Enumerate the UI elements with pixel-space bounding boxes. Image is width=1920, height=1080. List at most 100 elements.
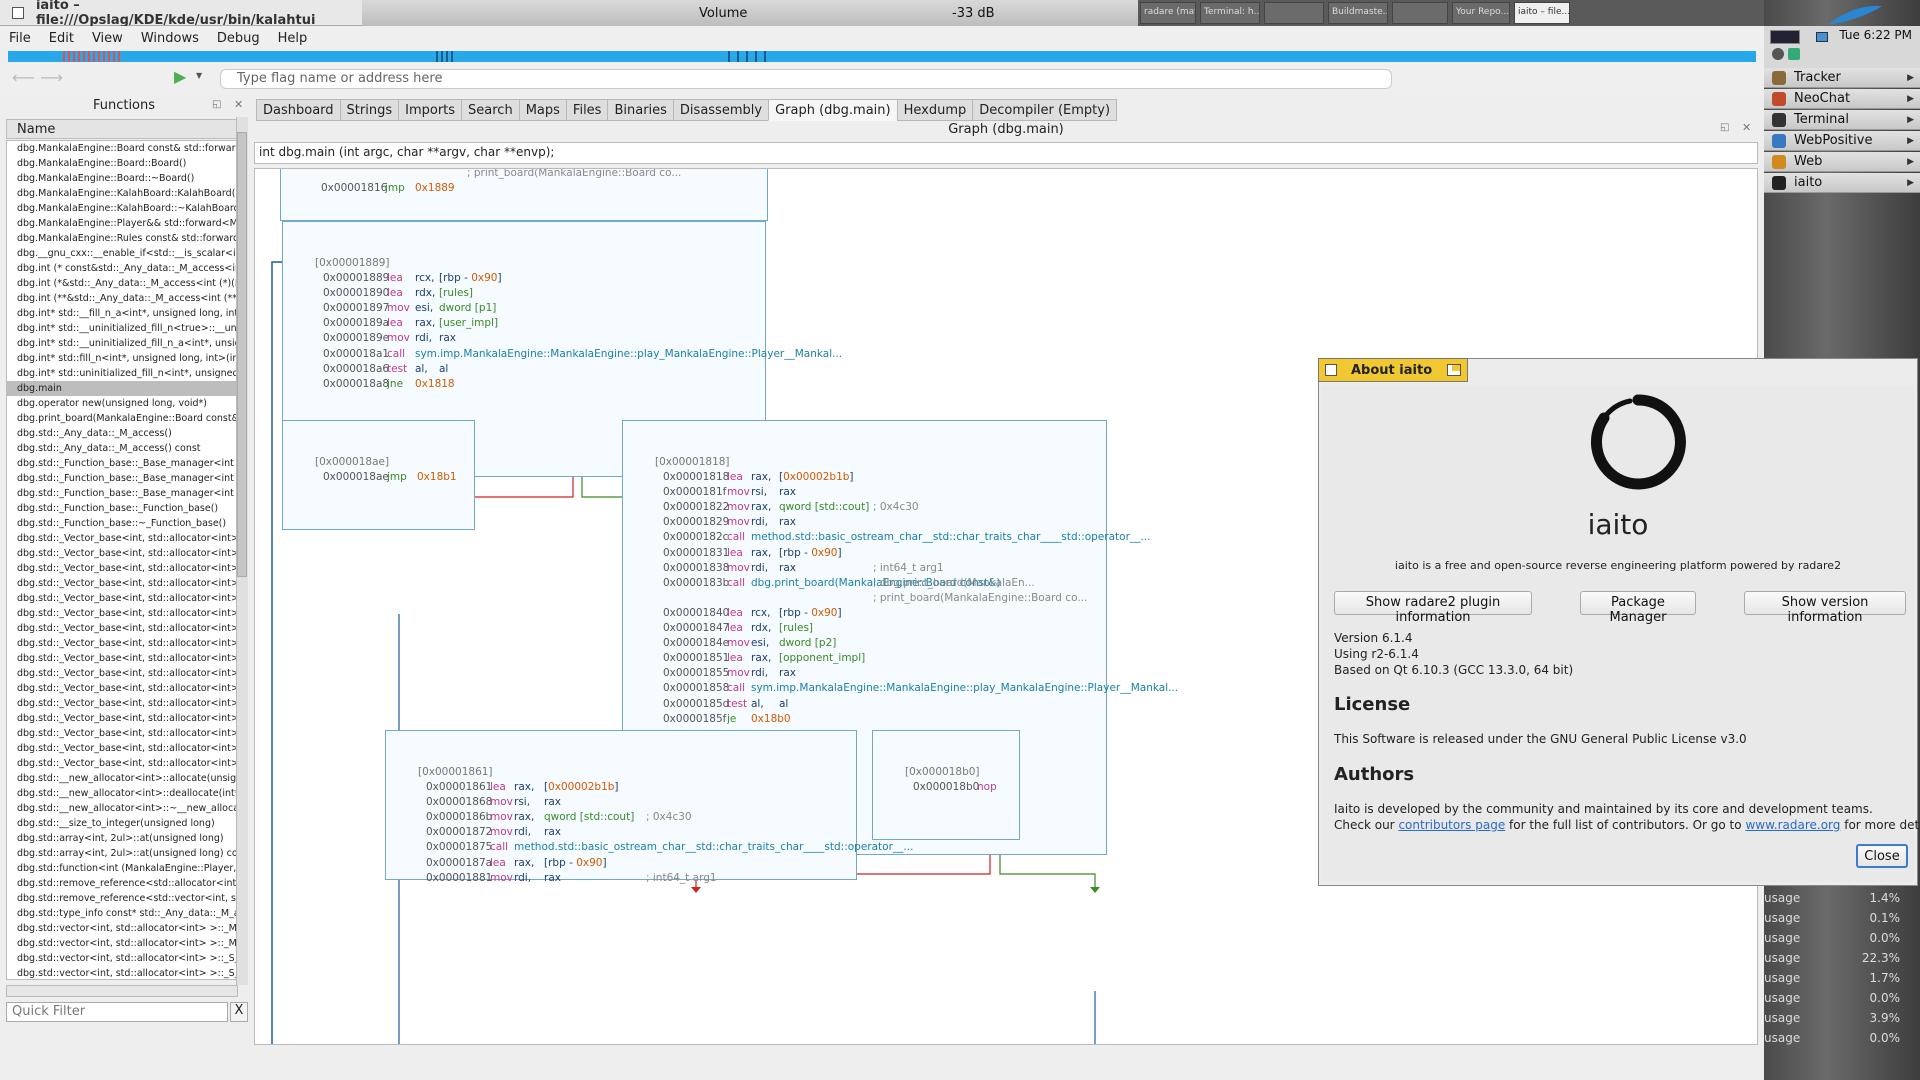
tab-files[interactable]: Files [565, 99, 608, 121]
function-list-item[interactable]: dbg.int* std::__uninitialized_fill_n_a<i… [7, 336, 237, 351]
flag-search-input[interactable]: Type flag name or address here [220, 69, 1392, 89]
function-list-item[interactable]: dbg.std::_Any_data::_M_access() const [7, 441, 237, 456]
function-list-item[interactable]: dbg.std::type_info const* std::_Any_data… [7, 906, 237, 921]
tab-maps[interactable]: Maps [518, 99, 566, 121]
graph-node[interactable]: ; print_board(MankalaEngine::Board co...… [280, 169, 768, 221]
float-dock-icon[interactable]: ◱ [1720, 122, 1729, 133]
function-list-item[interactable]: dbg.int (**&std::_Any_data::_M_access<in… [7, 291, 237, 306]
menu-help[interactable]: Help [269, 31, 317, 46]
function-list-item[interactable]: dbg.MankalaEngine::Rules const& std::for… [7, 231, 237, 246]
tab-imports[interactable]: Imports [398, 99, 462, 121]
function-list-item[interactable]: dbg.std::_Vector_base<int, std::allocato… [7, 546, 237, 561]
function-list-item[interactable]: dbg.std::_Vector_base<int, std::allocato… [7, 741, 237, 756]
taskbar-task[interactable]: Buildmaste... [1328, 2, 1388, 24]
function-list-item[interactable]: dbg.std::array<int, 2ul>::at(unsigned lo… [7, 831, 237, 846]
volume-control[interactable]: Volume -33 dB [362, 0, 1138, 26]
function-list-item[interactable]: dbg.int* std::__fill_n_a<int*, unsigned … [7, 306, 237, 321]
function-list-item[interactable]: dbg.operator new(unsigned long, void*) [7, 396, 237, 411]
function-list-item[interactable]: dbg.std::_Function_base::_Function_base(… [7, 501, 237, 516]
clock[interactable]: Tue 6:22 PM [1780, 28, 1920, 48]
function-list-item[interactable]: dbg.std::vector<int, std::allocator<int>… [7, 951, 237, 966]
function-list-item[interactable]: dbg.std::__new_allocator<int>::~__new_al… [7, 801, 237, 816]
taskbar-task[interactable]: Terminal: h... [1200, 2, 1260, 24]
function-list-item[interactable]: dbg.std::remove_reference<std::allocator… [7, 876, 237, 891]
function-list-item[interactable]: dbg.std::_Function_base::_Base_manager<i… [7, 456, 237, 471]
tab-hexdump[interactable]: Hexdump [896, 99, 973, 121]
function-list-item[interactable]: dbg.std::_Vector_base<int, std::allocato… [7, 711, 237, 726]
close-icon[interactable]: ✕ [1742, 121, 1751, 134]
package-manager-button[interactable]: Package Manager [1580, 591, 1696, 625]
tab-dashboard[interactable]: Dashboard [256, 99, 340, 121]
launcher-item-web[interactable]: Web ▶ [1764, 152, 1920, 172]
function-list-item[interactable]: dbg.int* std::fill_n<int*, unsigned long… [7, 351, 237, 366]
function-list-item[interactable]: dbg.std::__new_allocator<int>::allocate(… [7, 771, 237, 786]
window-close-box-icon[interactable] [1325, 364, 1337, 376]
back-arrow-icon[interactable]: ⟵ [12, 68, 35, 87]
function-list-item[interactable]: dbg.main [7, 381, 237, 396]
function-list-item[interactable]: dbg.std::__new_allocator<int>::deallocat… [7, 786, 237, 801]
function-list-item[interactable]: dbg.std::function<int (MankalaEngine::Pl… [7, 861, 237, 876]
tray-icon[interactable] [1772, 48, 1784, 60]
zoom-icon[interactable] [1447, 364, 1461, 376]
chevron-down-icon[interactable]: ▼ [196, 71, 202, 80]
function-list-item[interactable]: dbg.std::_Vector_base<int, std::allocato… [7, 636, 237, 651]
quick-filter-input[interactable]: Quick Filter [6, 1002, 228, 1022]
function-list-item[interactable]: dbg.std::array<int, 2ul>::at(unsigned lo… [7, 846, 237, 861]
clear-filter-button[interactable]: X [230, 1002, 248, 1022]
graph-node[interactable]: [0x00001861] 0x00001861 lea rax, [0x00002b1b… [385, 730, 913, 884]
function-list-item[interactable]: dbg.int* std::uninitialized_fill_n<int*,… [7, 366, 237, 381]
function-list-item[interactable]: dbg.__gnu_cxx::__enable_if<std::__is_sca… [7, 246, 237, 261]
function-list-item[interactable]: dbg.MankalaEngine::Board::Board() [7, 156, 237, 171]
function-list-item[interactable]: dbg.std::_Vector_base<int, std::allocato… [7, 681, 237, 696]
menu-view[interactable]: View [83, 31, 132, 46]
taskbar-task[interactable]: radare (mat... [1140, 2, 1196, 24]
function-list-item[interactable]: dbg.std::remove_reference<std::vector<in… [7, 891, 237, 906]
function-list-item[interactable]: dbg.std::_Vector_base<int, std::allocato… [7, 531, 237, 546]
tab-search[interactable]: Search [461, 99, 519, 121]
active-window-title[interactable]: iaito – file:///Opslag/KDE/kde/usr/bin/k… [0, 0, 362, 28]
function-list-item[interactable]: dbg.std::_Vector_base<int, std::allocato… [7, 651, 237, 666]
tab-graph[interactable]: Graph (dbg.main) [768, 99, 897, 121]
address-map-bar[interactable] [8, 51, 1756, 62]
play-icon[interactable]: ▶ [174, 67, 186, 86]
function-list-item[interactable]: dbg.MankalaEngine::Board const& std::for… [7, 141, 237, 156]
function-list-item[interactable]: dbg.std::_Any_data::_M_access() [7, 426, 237, 441]
function-list-item[interactable]: dbg.std::_Vector_base<int, std::allocato… [7, 576, 237, 591]
function-list-item[interactable]: dbg.std::vector<int, std::allocator<int>… [7, 936, 237, 951]
about-dialog-title[interactable]: About iaito [1318, 358, 1468, 382]
function-list-item[interactable]: dbg.int* std::__uninitialized_fill_n<tru… [7, 321, 237, 336]
graph-node[interactable]: [0x000018b0] 0x000018b0 nop [872, 730, 1020, 840]
function-list-item[interactable]: dbg.MankalaEngine::KalahBoard::KalahBoar… [7, 186, 237, 201]
function-list-item[interactable]: dbg.std::__size_to_integer(unsigned long… [7, 816, 237, 831]
tab-decompiler[interactable]: Decompiler (Empty) [972, 99, 1118, 121]
function-list-item[interactable]: dbg.print_board(MankalaEngine::Board con… [7, 411, 237, 426]
function-list-item[interactable]: dbg.MankalaEngine::KalahBoard::~KalahBoa… [7, 201, 237, 216]
function-list-item[interactable]: dbg.std::vector<int, std::allocator<int>… [7, 966, 237, 979]
tab-binaries[interactable]: Binaries [607, 99, 673, 121]
menu-file[interactable]: File [0, 31, 40, 46]
graph-node[interactable]: [0x000018ae] 0x000018ae jmp 0x18b1 [282, 420, 475, 530]
forward-arrow-icon[interactable]: ⟶ [40, 68, 63, 87]
function-list-item[interactable]: dbg.std::_Vector_base<int, std::allocato… [7, 666, 237, 681]
function-list-item[interactable]: dbg.std::_Vector_base<int, std::allocato… [7, 591, 237, 606]
tray-icon[interactable] [1788, 48, 1800, 60]
close-icon[interactable]: ✕ [234, 98, 243, 111]
menu-debug[interactable]: Debug [208, 31, 269, 46]
horizontal-scrollbar[interactable] [6, 985, 238, 997]
float-dock-icon[interactable]: ◱ [212, 99, 221, 110]
function-list-item[interactable]: dbg.std::vector<int, std::allocator<int>… [7, 921, 237, 936]
launcher-item-tracker[interactable]: Tracker ▶ [1764, 68, 1920, 88]
function-list-item[interactable]: dbg.std::_Function_base::_Base_manager<i… [7, 471, 237, 486]
tab-strings[interactable]: Strings [339, 99, 399, 121]
function-list-item[interactable]: dbg.int (* const&std::_Any_data::_M_acce… [7, 261, 237, 276]
function-list-item[interactable]: dbg.std::_Vector_base<int, std::allocato… [7, 726, 237, 741]
function-list-item[interactable]: dbg.std::_Function_base::_Base_manager<i… [7, 486, 237, 501]
show-version-info-button[interactable]: Show version information [1744, 591, 1906, 625]
launcher-item-webpositive[interactable]: WebPositive ▶ [1764, 131, 1920, 151]
taskbar-task[interactable] [1392, 2, 1448, 24]
scrollbar-thumb[interactable] [237, 132, 247, 577]
menu-windows[interactable]: Windows [132, 31, 208, 46]
feather-logo-icon[interactable] [1824, 4, 1884, 28]
taskbar-task[interactable]: Your Repo... [1452, 2, 1510, 24]
function-list-item[interactable]: dbg.std::_Vector_base<int, std::allocato… [7, 606, 237, 621]
